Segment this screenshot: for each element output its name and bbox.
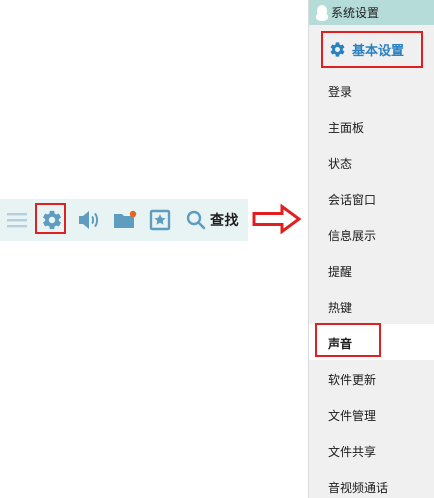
search-button[interactable]: 查找: [186, 199, 246, 241]
sidebar-item-file-management[interactable]: 文件管理: [328, 405, 376, 425]
gear-highlight-box: [35, 203, 66, 234]
sidebar-item-reminder[interactable]: 提醒: [328, 261, 352, 281]
sidebar-item-info-display[interactable]: 信息展示: [328, 225, 376, 245]
sidebar-item-av-call[interactable]: 音视频通话: [328, 477, 388, 497]
message-box-icon: [114, 210, 137, 228]
panel-title: 系统设置: [331, 6, 380, 20]
message-box-button[interactable]: [110, 199, 140, 241]
speaker-icon: [79, 211, 99, 229]
menu-button[interactable]: [2, 199, 32, 241]
gear-icon: [328, 41, 346, 59]
search-icon: [186, 210, 206, 230]
sidebar-item-login[interactable]: 登录: [328, 81, 352, 101]
settings-panel: 系统设置 基本设置 登录 主面板 状态 会话窗口 信息展示 提醒 热键 声音 软…: [308, 0, 434, 498]
right-arrow-icon: [252, 204, 302, 234]
tab-basic-settings-label: 基本设置: [352, 44, 405, 59]
tab-basic-settings[interactable]: 基本设置: [321, 31, 423, 68]
search-label: 查找: [210, 213, 239, 229]
sidebar-item-status[interactable]: 状态: [328, 153, 352, 173]
sidebar-item-chat-window[interactable]: 会话窗口: [328, 189, 376, 209]
sidebar-item-hotkeys[interactable]: 热键: [328, 297, 352, 317]
star-icon: [149, 209, 171, 231]
panel-header: 系统设置: [309, 0, 434, 25]
favorites-button[interactable]: [145, 199, 175, 241]
sidebar-item-software-update[interactable]: 软件更新: [328, 369, 376, 389]
menu-icon: [7, 213, 27, 228]
sidebar-item-main-panel[interactable]: 主面板: [328, 117, 364, 137]
sidebar-item-file-sharing[interactable]: 文件共享: [328, 441, 376, 461]
sound-highlight-box: [315, 323, 381, 357]
sound-button[interactable]: [74, 199, 104, 241]
penguin-icon: [314, 3, 330, 23]
